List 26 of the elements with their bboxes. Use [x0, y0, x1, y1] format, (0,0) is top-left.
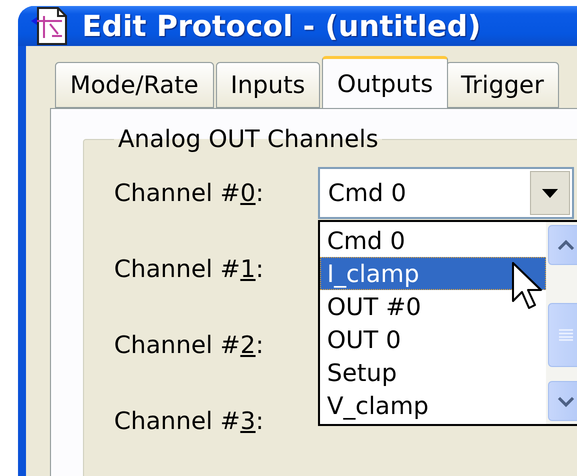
list-option[interactable]: OUT #0 [320, 290, 546, 323]
list-option[interactable]: V_clamp [320, 389, 546, 422]
list-option[interactable]: OUT 0 [320, 323, 546, 356]
scroll-down-button[interactable] [548, 381, 577, 421]
scroll-up-button[interactable] [548, 225, 577, 265]
tab[interactable]: Inputs [216, 62, 320, 108]
tab[interactable]: Trigger [446, 62, 559, 108]
scrollbar[interactable] [546, 222, 577, 424]
caret-icon [542, 188, 558, 198]
channel-label: Channel #2: [114, 331, 265, 359]
dropdown-button[interactable] [530, 171, 570, 215]
chevron-down-icon [557, 396, 575, 406]
channel-label: Channel #0: [114, 179, 265, 207]
channel-label: Channel #3: [114, 407, 265, 435]
tab[interactable]: Outputs [322, 56, 448, 108]
channel-label: Channel #1: [114, 255, 265, 283]
window-title: Edit Protocol - (untitled) [82, 9, 481, 43]
grip-icon [559, 329, 573, 341]
list-option[interactable]: I_clamp [320, 257, 546, 290]
group-title: Analog OUT Channels [117, 125, 380, 153]
scroll-thumb[interactable] [548, 303, 577, 367]
tab[interactable]: Mode/Rate [55, 62, 214, 108]
mouse-pointer-icon [512, 262, 542, 312]
chevron-up-icon [557, 240, 575, 250]
list-option[interactable]: Setup [320, 356, 546, 389]
list-option[interactable]: Cmd 0 [320, 224, 546, 257]
